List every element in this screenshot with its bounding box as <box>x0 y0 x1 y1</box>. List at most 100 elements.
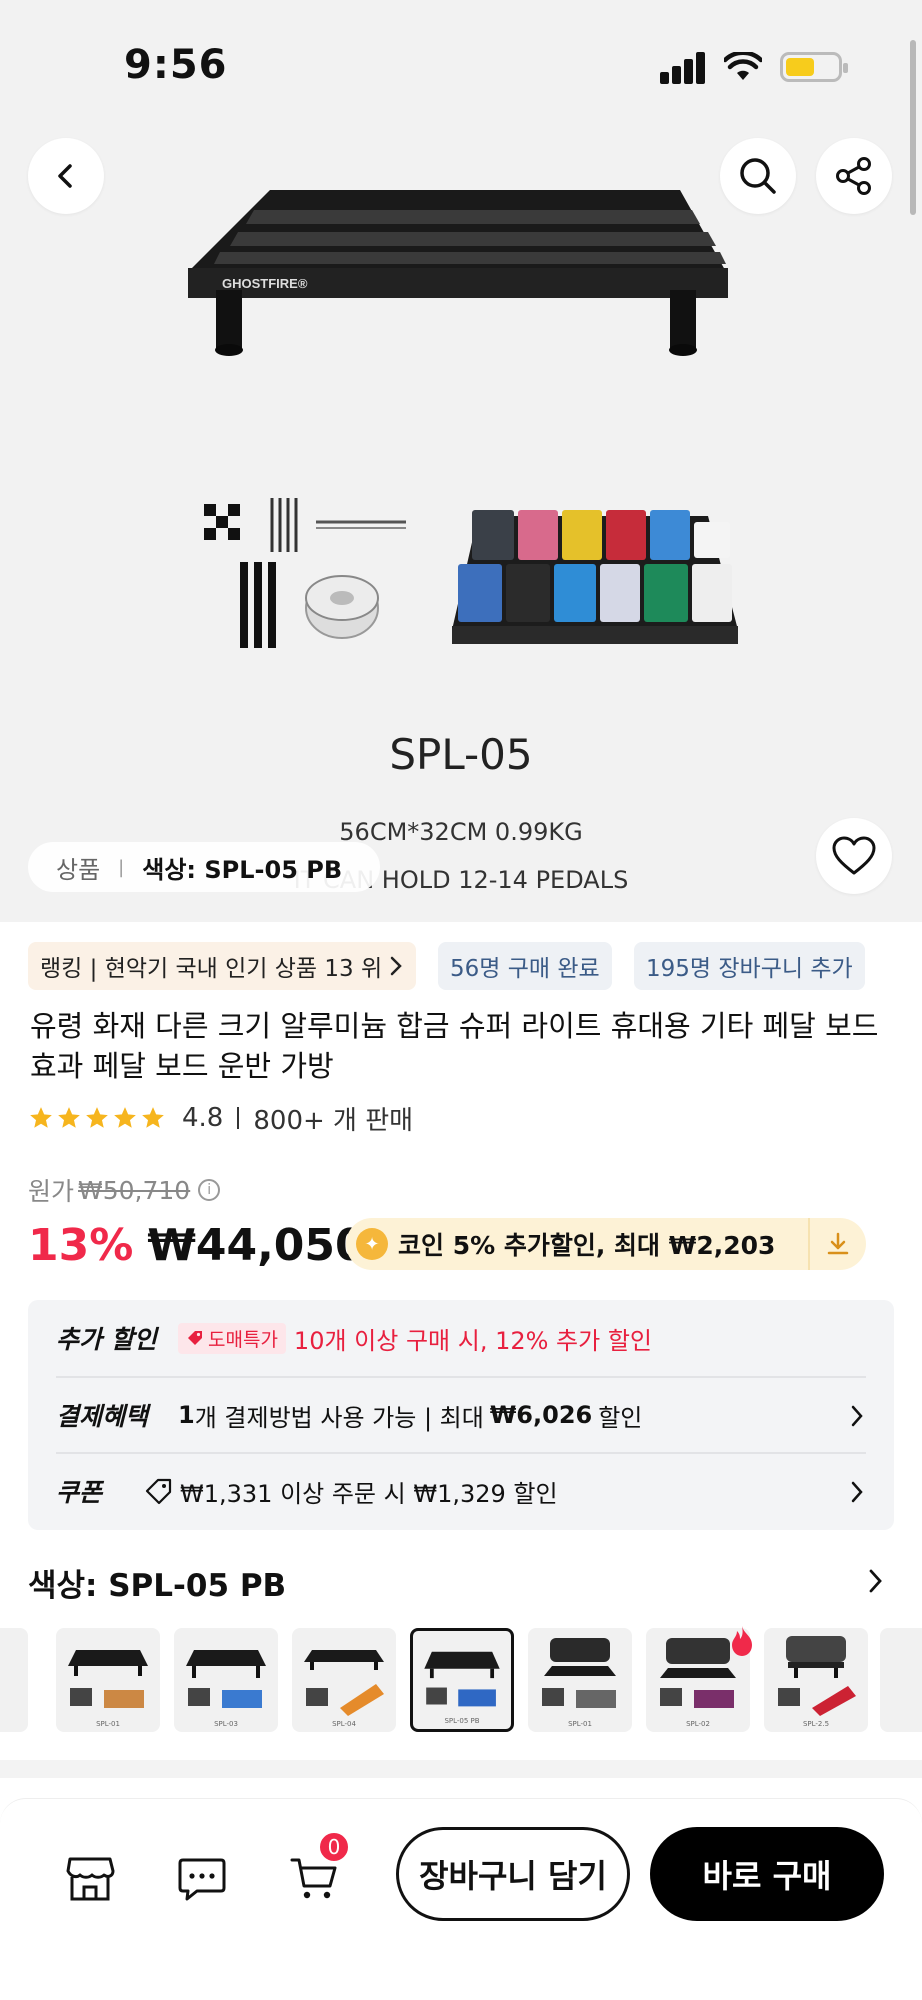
rating-divider <box>237 1107 240 1129</box>
share-icon <box>836 157 871 195</box>
star-icon <box>114 1107 136 1128</box>
payment-method-count: 1 <box>178 1401 195 1429</box>
current-price: ₩44,050 <box>147 1219 366 1271</box>
chevron-right-icon <box>390 956 402 976</box>
chevron-right-icon <box>851 1405 863 1427</box>
coin-discount-text: 코인 5% 추가할인, 최대 ₩2,203 <box>398 1231 776 1260</box>
back-button[interactable] <box>28 138 104 214</box>
option-image <box>186 1650 266 1708</box>
star-rating <box>28 1105 166 1131</box>
store-icon <box>66 1857 115 1901</box>
benefits-panel: 추가 할인 도매특가 10개 이상 구매 시, 12% 추가 할인 결제혜택 1… <box>28 1300 894 1530</box>
wholesale-badge-text: 도매특가 <box>208 1328 278 1351</box>
price-row: 13% ₩44,050 <box>28 1214 366 1276</box>
chevron-right-icon[interactable] <box>866 1566 886 1596</box>
extra-discount-row: 추가 할인 도매특가 10개 이상 구매 시, 12% 추가 할인 <box>56 1300 866 1376</box>
product-page: 9:56 GHOSTFIRE® SPL-05 56CM*32CM 0.99KG … <box>0 0 922 2000</box>
ranking-text: 랭킹 | 현악기 국내 인기 상품 13 위 <box>40 956 383 982</box>
color-option-thumb[interactable]: SPL-03 <box>174 1628 278 1732</box>
payment-benefit-text: 개 결제방법 사용 가능 | 최대 <box>194 1403 484 1432</box>
tag-icon <box>188 1331 202 1345</box>
color-option-thumb[interactable] <box>880 1628 922 1732</box>
payment-benefit-row[interactable]: 결제혜택 1 개 결제방법 사용 가능 | 최대 ₩6,026 할인 <box>56 1376 866 1452</box>
color-option-thumb[interactable]: SPL-2.5 <box>764 1628 868 1732</box>
heart-icon <box>832 836 876 875</box>
sold-count: 800+ 개 판매 <box>253 1105 414 1136</box>
chat-icon <box>178 1858 226 1901</box>
color-option-thumb[interactable] <box>0 1628 28 1732</box>
extra-discount-label: 추가 할인 <box>56 1325 157 1354</box>
color-option-thumb-selected[interactable]: SPL-05 PB <box>410 1628 514 1732</box>
color-option-caption: SPL-03 <box>214 1720 238 1728</box>
color-option-caption: SPL-04 <box>332 1720 356 1728</box>
buy-now-button[interactable]: 바로 구매 <box>650 1827 884 1921</box>
wifi-icon <box>724 52 762 80</box>
chip-label: 상품 <box>56 855 101 884</box>
coin-icon: ✦ <box>356 1228 388 1260</box>
selected-option-chip[interactable]: 상품 | 색상: SPL-05 PB <box>28 842 380 892</box>
hero-model-text: SPL-05 <box>389 730 533 779</box>
store-button[interactable] <box>60 1849 120 1909</box>
star-icon <box>58 1107 80 1128</box>
chevron-right-icon <box>851 1481 863 1503</box>
color-option-caption: SPL-02 <box>686 1720 710 1728</box>
payment-max-amount: ₩6,026 <box>489 1401 593 1429</box>
color-option-caption: SPL-01 <box>568 1720 592 1728</box>
wishlist-button[interactable] <box>816 818 892 894</box>
option-image <box>304 1650 384 1716</box>
info-icon[interactable]: i <box>198 1179 221 1201</box>
star-icon <box>142 1107 164 1128</box>
chevron-left-icon <box>58 164 72 188</box>
payment-benefit-label: 결제혜택 <box>56 1402 149 1431</box>
option-image <box>424 1651 500 1707</box>
ranking-tag[interactable]: 랭킹 | 현악기 국내 인기 상품 13 위 <box>28 942 417 990</box>
payment-benefit-suffix: 할인 <box>598 1403 643 1432</box>
wholesale-badge: 도매특가 <box>178 1322 286 1354</box>
option-image <box>778 1636 856 1716</box>
chip-separator: | <box>118 856 125 878</box>
rating-row[interactable]: 4.8 800+ 개 판매 <box>28 1100 413 1136</box>
status-time: 9:56 <box>124 42 228 88</box>
brand-logo-text: GHOSTFIRE® <box>222 276 308 291</box>
extra-discount-text: 10개 이상 구매 시, 12% 추가 할인 <box>293 1326 653 1355</box>
original-price-row: 원가 ₩50,710 i <box>28 1172 221 1208</box>
product-image-gallery[interactable]: 9:56 GHOSTFIRE® SPL-05 56CM*32CM 0.99KG … <box>0 0 922 922</box>
star-icon <box>30 1107 52 1128</box>
coin-discount-pill[interactable]: ✦ 코인 5% 추가할인, 최대 ₩2,203 <box>346 1218 866 1270</box>
coupon-text: ₩1,331 이상 주문 시 ₩1,329 할인 <box>180 1479 558 1508</box>
signal-icon <box>660 50 708 84</box>
rating-value: 4.8 <box>182 1103 224 1133</box>
accessories-image <box>204 498 406 648</box>
download-coupon-button[interactable] <box>808 1218 866 1270</box>
color-option-thumb[interactable]: SPL-01 <box>56 1628 160 1732</box>
product-title: 유령 화재 다른 크기 알루미늄 합금 슈퍼 라이트 휴대용 기타 페달 보드 … <box>30 1009 879 1083</box>
purchase-count-tag: 56명 구매 완료 <box>438 942 612 990</box>
original-price: ₩50,710 <box>78 1175 191 1205</box>
color-option-caption: SPL-01 <box>96 1720 120 1728</box>
coupon-tag-icon <box>145 1478 172 1505</box>
color-options-carousel[interactable]: SPL-01 SPL-03 SPL-04 SPL-05 PB SPL-01 SP… <box>0 1624 922 1734</box>
option-image <box>68 1650 148 1708</box>
color-option-caption: SPL-2.5 <box>802 1720 830 1728</box>
color-section-title[interactable]: 색상: SPL-05 PB <box>28 1560 286 1605</box>
cart-count-tag: 195명 장바구니 추가 <box>634 942 865 990</box>
color-option-caption: SPL-05 PB <box>444 1717 480 1725</box>
pedalboard-image: GHOSTFIRE® <box>188 190 728 356</box>
download-icon <box>827 1232 849 1255</box>
original-price-label: 원가 <box>28 1177 75 1206</box>
chat-button[interactable] <box>172 1849 232 1909</box>
color-option-thumb[interactable]: SPL-01 <box>528 1628 632 1732</box>
cart-icon <box>290 1858 337 1899</box>
share-button[interactable] <box>816 138 892 214</box>
scrollbar[interactable] <box>910 40 916 215</box>
bottom-action-bar: 0 장바구니 담기 바로 구매 <box>0 1798 922 2000</box>
star-icon <box>86 1107 108 1128</box>
add-to-cart-button[interactable]: 장바구니 담기 <box>396 1827 630 1921</box>
coupon-row[interactable]: 쿠폰 ₩1,331 이상 주문 시 ₩1,329 할인 <box>56 1452 866 1528</box>
color-option-thumb[interactable]: SPL-04 <box>292 1628 396 1732</box>
status-bar: 9:56 <box>0 0 922 130</box>
pedals-on-board-image <box>452 510 738 644</box>
section-divider <box>0 1760 922 1778</box>
discount-percent: 13% <box>28 1219 134 1271</box>
chip-value: 색상: SPL-05 PB <box>142 855 343 884</box>
